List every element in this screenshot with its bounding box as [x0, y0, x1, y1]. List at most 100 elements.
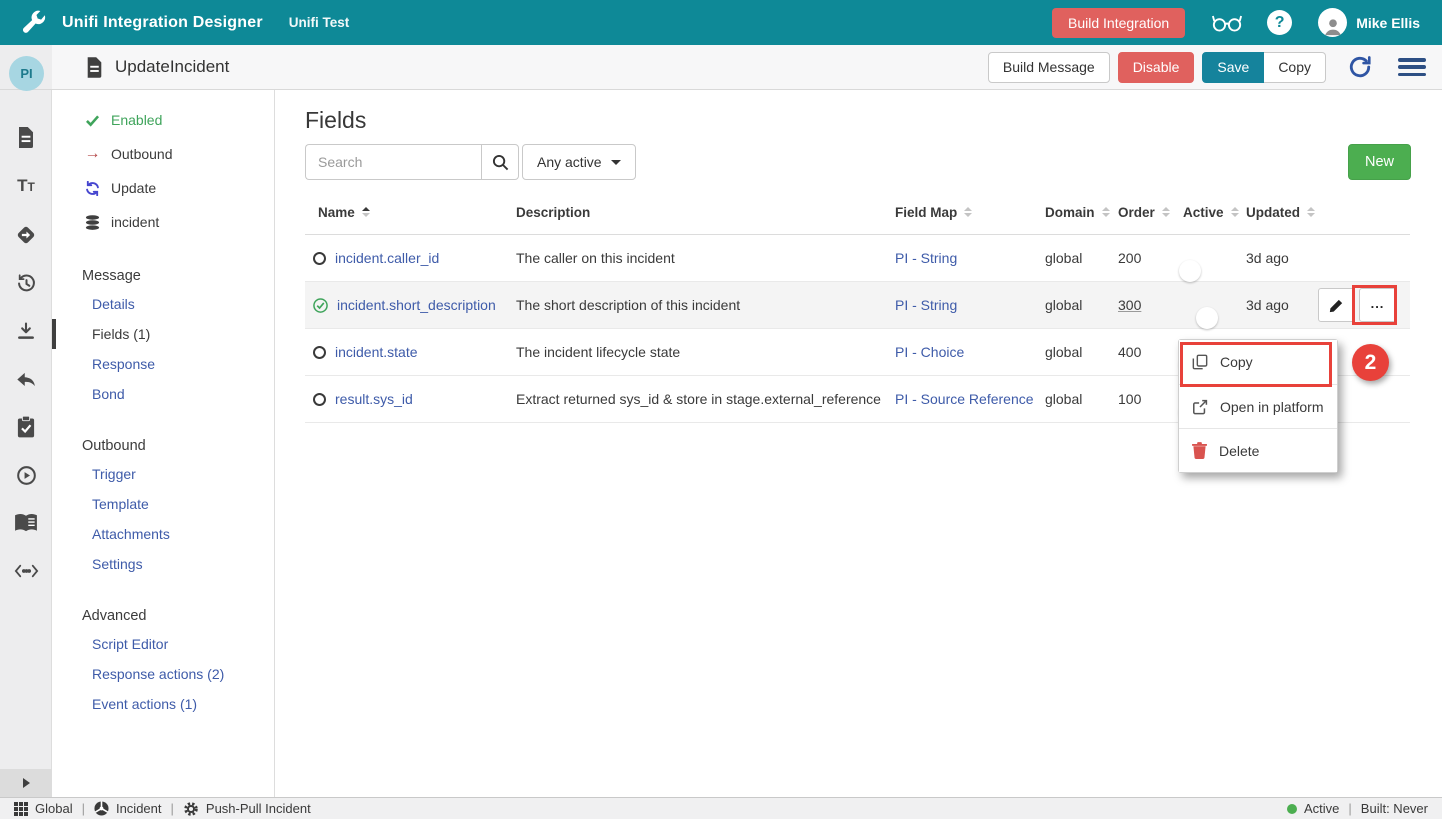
new-field-button[interactable]: New	[1348, 144, 1411, 180]
search-filter-row: Any active	[305, 144, 636, 180]
nav-item-details[interactable]: Details	[52, 289, 274, 319]
environment-name: Unifi Test	[289, 15, 350, 30]
field-map-link[interactable]: PI - Choice	[895, 344, 964, 360]
column-header-domain[interactable]: Domain	[1045, 205, 1118, 220]
pencil-icon	[1329, 298, 1344, 313]
right-triangle-icon	[23, 778, 30, 788]
field-updated: 3d ago	[1246, 250, 1318, 266]
rail-download-icon[interactable]	[0, 316, 52, 346]
rail-clipboard-check-icon[interactable]	[0, 412, 52, 442]
field-order: 400	[1118, 344, 1177, 360]
rail-text-format-icon[interactable]: TT	[0, 171, 52, 201]
rail-play-circle-icon[interactable]	[0, 460, 52, 490]
field-order[interactable]: 300	[1118, 297, 1177, 313]
status-ring-icon	[313, 393, 326, 406]
nav-direction-outbound: → Outbound	[52, 137, 274, 171]
nav-item-script-editor[interactable]: Script Editor	[52, 629, 274, 659]
context-menu-open-in-platform[interactable]: Open in platform	[1179, 384, 1337, 428]
wrench-logo-icon	[20, 10, 46, 36]
icon-rail: TT	[0, 90, 52, 797]
disable-button[interactable]: Disable	[1118, 52, 1195, 83]
check-circle-icon	[313, 298, 328, 313]
copy-button[interactable]: Copy	[1264, 52, 1326, 83]
person-icon	[1322, 15, 1344, 37]
field-name-link[interactable]: incident.state	[335, 344, 418, 360]
edit-field-button[interactable]	[1318, 288, 1355, 322]
message-nav-panel: Enabled → Outbound Update incident Messa…	[52, 90, 275, 797]
search-button[interactable]	[481, 144, 519, 180]
rail-diamond-arrow-icon[interactable]	[0, 220, 52, 250]
rail-book-icon[interactable]	[0, 508, 52, 538]
status-ring-icon	[313, 346, 326, 359]
field-name-link[interactable]: incident.caller_id	[335, 250, 439, 266]
column-header-field-map[interactable]: Field Map	[895, 205, 1045, 220]
nav-item-trigger[interactable]: Trigger	[52, 459, 274, 489]
rail-code-icon[interactable]	[0, 556, 52, 586]
chevron-down-icon	[611, 160, 621, 165]
sort-icon	[1231, 207, 1239, 218]
field-description: The incident lifecycle state	[516, 344, 895, 360]
nav-item-response[interactable]: Response	[52, 349, 274, 379]
statusbar-table[interactable]: Incident	[94, 801, 162, 816]
nav-item-bond[interactable]: Bond	[52, 379, 274, 409]
page-title: UpdateIncident	[115, 57, 229, 77]
field-map-link[interactable]: PI - String	[895, 297, 957, 313]
nav-item-event-actions[interactable]: Event actions (1)	[52, 689, 274, 719]
field-map-link[interactable]: PI - String	[895, 250, 957, 266]
field-description: The short description of this incident	[516, 297, 895, 313]
status-bar: Global | Incident | Push-Pull Incident A…	[0, 797, 1442, 819]
column-header-active[interactable]: Active	[1177, 205, 1246, 220]
field-domain: global	[1045, 391, 1118, 407]
menu-icon[interactable]	[1398, 58, 1426, 76]
refresh-icon[interactable]	[1348, 55, 1372, 79]
column-header-updated[interactable]: Updated	[1246, 205, 1318, 220]
statusbar-integration[interactable]: Push-Pull Incident	[183, 801, 311, 817]
segmented-circle-icon	[94, 801, 109, 816]
gear-icon	[183, 801, 199, 817]
row-more-actions-button[interactable]: ...	[1359, 288, 1396, 322]
top-navbar: Unifi Integration Designer Unifi Test Bu…	[0, 0, 1442, 45]
row-context-menu: Copy Open in platform Delete	[1178, 339, 1338, 473]
message-header: UpdateIncident Build Message Disable Sav…	[0, 45, 1442, 90]
context-menu-copy[interactable]: Copy	[1179, 340, 1337, 384]
user-avatar[interactable]	[1318, 8, 1347, 37]
ellipsis-icon: ...	[1371, 297, 1385, 310]
field-name-link[interactable]: incident.short_description	[337, 297, 496, 313]
rail-reply-icon[interactable]	[0, 364, 52, 394]
nav-item-settings[interactable]: Settings	[52, 549, 274, 579]
sort-icon	[964, 207, 972, 218]
nav-action-update: Update	[52, 171, 274, 205]
context-menu-delete[interactable]: Delete	[1179, 428, 1337, 472]
build-message-button[interactable]: Build Message	[988, 52, 1110, 83]
sort-icon	[1307, 207, 1315, 218]
table-row: incident.caller_id The caller on this in…	[305, 235, 1410, 282]
field-map-link[interactable]: PI - Source Reference	[895, 391, 1034, 407]
rail-history-icon[interactable]	[0, 268, 52, 298]
glasses-icon[interactable]	[1211, 12, 1243, 34]
active-filter-dropdown[interactable]: Any active	[522, 144, 636, 180]
nav-item-response-actions[interactable]: Response actions (2)	[52, 659, 274, 689]
table-header-row: Name Description Field Map Domain Order …	[305, 190, 1410, 235]
help-icon[interactable]: ?	[1267, 10, 1292, 35]
integration-avatar[interactable]: PI	[9, 56, 44, 91]
annotation-step-badge: 2	[1352, 344, 1389, 381]
field-updated: 3d ago	[1246, 297, 1318, 313]
column-header-name[interactable]: Name	[305, 205, 516, 220]
field-domain: global	[1045, 250, 1118, 266]
nav-item-template[interactable]: Template	[52, 489, 274, 519]
field-description: Extract returned sys_id & store in stage…	[516, 391, 895, 407]
save-button[interactable]: Save	[1202, 52, 1264, 83]
status-ring-icon	[313, 252, 326, 265]
external-link-icon	[1192, 399, 1208, 415]
rail-document-icon[interactable]	[0, 122, 52, 152]
build-integration-button[interactable]: Build Integration	[1052, 8, 1185, 38]
collapse-sidebar-button[interactable]	[0, 769, 52, 797]
column-header-order[interactable]: Order	[1118, 205, 1177, 220]
trash-icon	[1192, 442, 1207, 459]
nav-item-fields[interactable]: Fields (1)	[52, 319, 274, 349]
search-input[interactable]	[305, 144, 481, 180]
statusbar-domain[interactable]: Global	[14, 801, 73, 816]
field-domain: global	[1045, 297, 1118, 313]
nav-item-attachments[interactable]: Attachments	[52, 519, 274, 549]
field-name-link[interactable]: result.sys_id	[335, 391, 413, 407]
